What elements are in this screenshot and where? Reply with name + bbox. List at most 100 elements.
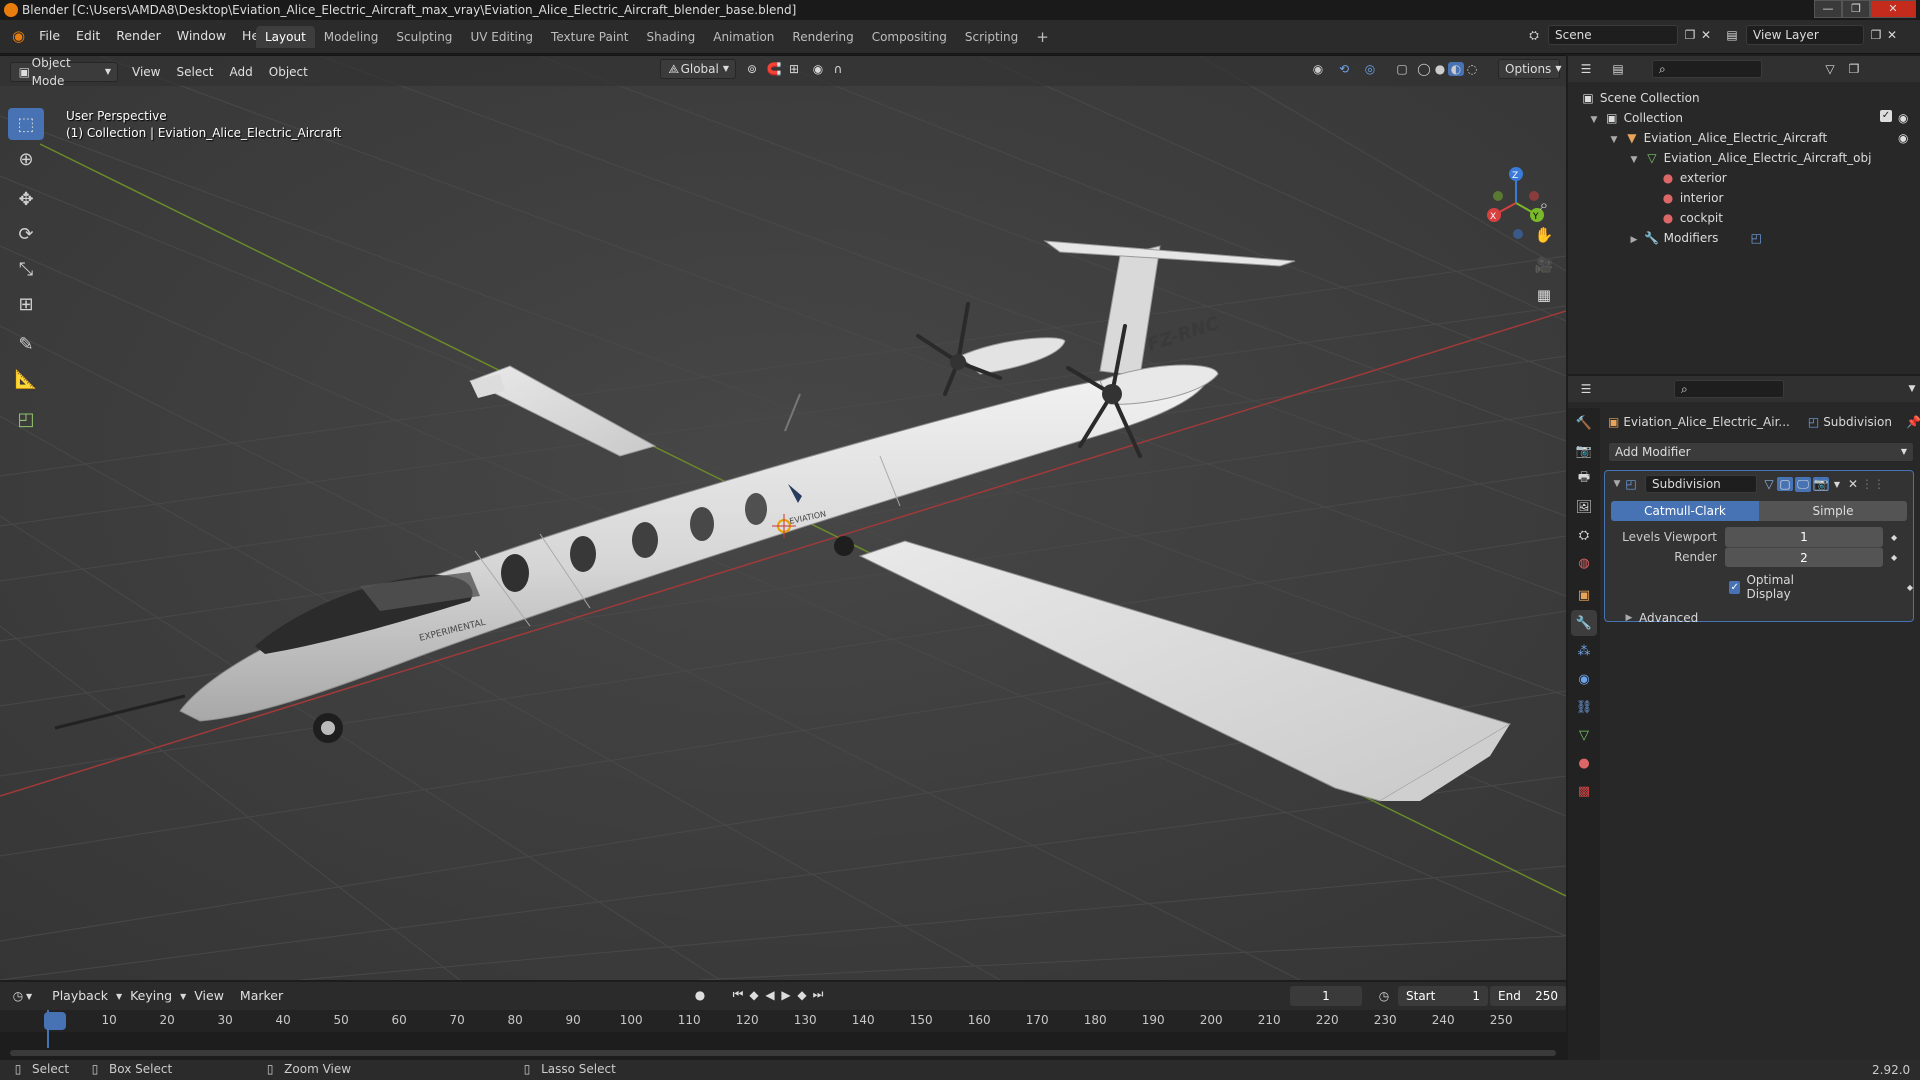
zoom-icon[interactable]: ⌕ [1531, 192, 1557, 218]
annotate-tool[interactable]: ✎ [8, 328, 44, 360]
tool-tab-icon[interactable]: 🔨 [1571, 410, 1597, 436]
timeline-scrollbar[interactable] [10, 1050, 1556, 1056]
prev-keyframe-icon[interactable]: ◆ [746, 988, 762, 1002]
viewport-toggle-icon[interactable]: 🖵 [1795, 476, 1811, 492]
expand-triangle-icon[interactable]: ▼ [1588, 110, 1600, 130]
tab-uv-editing[interactable]: UV Editing [461, 26, 542, 48]
pin-icon[interactable]: 📌 [1906, 415, 1920, 429]
end-frame-field[interactable]: End 250 [1490, 986, 1566, 1006]
collapse-triangle-icon[interactable]: ▶ [1623, 613, 1635, 623]
optimal-display-checkbox[interactable]: ✓ [1729, 580, 1741, 594]
menu-render[interactable]: Render [108, 25, 169, 47]
material-shading-icon[interactable]: ◐ [1448, 62, 1464, 76]
tree-row-material[interactable]: ● interior [1580, 188, 1920, 208]
render-tab-icon[interactable]: 📷 [1571, 438, 1597, 464]
eye-icon[interactable]: ◉ [1898, 128, 1908, 148]
tab-rendering[interactable]: Rendering [783, 26, 862, 48]
tree-row-modifiers[interactable]: ▶ 🔧 Modifiers ◰ [1580, 228, 1920, 248]
tree-row-mesh[interactable]: ▼ ▽ Eviation_Alice_Electric_Aircraft_obj [1580, 148, 1920, 168]
close-icon[interactable]: ✕ [1845, 477, 1861, 491]
particles-tab-icon[interactable]: ⁂ [1571, 638, 1597, 664]
texture-tab-icon[interactable]: ▩ [1571, 778, 1597, 804]
editor-type-icon[interactable]: ☰ [1578, 62, 1594, 76]
keyframe-dot-icon[interactable]: ◆ [1907, 583, 1913, 592]
add-cube-tool[interactable]: ◰ [8, 403, 44, 435]
scene-tab-icon[interactable]: ⛭ [1571, 522, 1597, 548]
rendered-shading-icon[interactable]: ◌ [1464, 62, 1480, 76]
modifier-tab-icon[interactable]: 🔧 [1571, 610, 1597, 636]
current-frame-field[interactable]: 1 [1290, 986, 1362, 1006]
cage-toggle-icon[interactable]: ▢ [1777, 477, 1793, 491]
minimize-button[interactable]: — [1814, 0, 1842, 18]
clock-icon[interactable]: ◷ [10, 989, 26, 1003]
catmull-clark-button[interactable]: Catmull-Clark [1611, 501, 1759, 521]
new-collection-icon[interactable]: ❐ [1846, 62, 1862, 76]
add-modifier-button[interactable]: Add Modifier ▼ [1608, 442, 1914, 462]
viewport-menu-select[interactable]: Select [168, 61, 221, 83]
render-toggle-icon[interactable]: 📷 [1813, 477, 1829, 491]
constraints-tab-icon[interactable]: ⛓ [1571, 694, 1597, 720]
output-tab-icon[interactable]: 🖶 [1571, 466, 1597, 492]
collapse-triangle-icon[interactable]: ▶ [1628, 230, 1640, 250]
measure-tool[interactable]: 📐 [8, 363, 44, 395]
scale-tool[interactable]: ⤡ [8, 253, 44, 285]
chevron-down-icon[interactable]: ▼ [1904, 384, 1920, 394]
tab-sculpting[interactable]: Sculpting [387, 26, 461, 48]
data-tab-icon[interactable]: ▽ [1571, 722, 1597, 748]
viewport-menu-object[interactable]: Object [261, 61, 316, 83]
add-workspace-button[interactable]: + [1027, 26, 1058, 48]
edit-mode-toggle-icon[interactable]: ▽ [1761, 477, 1777, 491]
view-layer-tab-icon[interactable]: 🖼 [1571, 494, 1597, 520]
tab-modeling[interactable]: Modeling [315, 26, 388, 48]
view-layer-field[interactable]: View Layer [1746, 25, 1864, 45]
render-levels-field[interactable]: 2 [1725, 547, 1883, 567]
visibility-icon[interactable]: ◉ [1310, 62, 1326, 76]
timeline-menu-keying[interactable]: Keying [122, 985, 180, 1007]
tab-texture-paint[interactable]: Texture Paint [542, 26, 637, 48]
start-frame-field[interactable]: Start 1 [1398, 986, 1488, 1006]
tree-row-collection[interactable]: ▼ ▣ Collection ✓ ◉ [1580, 108, 1920, 128]
3d-viewport[interactable]: FZ-RNC EVIATION EXPERIMENTAL Z Y X [0, 56, 1566, 980]
menu-file[interactable]: File [31, 25, 68, 47]
playhead-marker[interactable] [44, 1012, 66, 1030]
tab-scripting[interactable]: Scripting [956, 26, 1027, 48]
move-tool[interactable]: ✥ [8, 183, 44, 215]
timeline-area[interactable]: 1102030405060708090100110120130140150160… [0, 1010, 1566, 1060]
transform-tool[interactable]: ⊞ [8, 288, 44, 320]
physics-tab-icon[interactable]: ◉ [1571, 666, 1597, 692]
select-box-tool[interactable]: ⬚ [8, 108, 44, 140]
jump-start-icon[interactable]: ⏮ [730, 987, 746, 1002]
exclude-checkbox[interactable]: ✓ [1880, 110, 1892, 122]
blender-menu-icon[interactable]: ◉ [6, 25, 31, 47]
falloff-icon[interactable]: ∩ [830, 62, 846, 76]
outliner-search-input[interactable]: ⌕ [1652, 60, 1762, 78]
menu-edit[interactable]: Edit [68, 25, 108, 47]
display-mode-icon[interactable]: ▤ [1610, 62, 1626, 76]
expand-triangle-icon[interactable]: ▼ [1611, 479, 1623, 489]
chevron-down-icon[interactable]: ▼ [26, 992, 32, 1001]
ortho-grid-icon[interactable]: ▦ [1531, 282, 1557, 308]
play-icon[interactable]: ▶ [778, 988, 794, 1002]
scene-field[interactable]: Scene [1548, 25, 1678, 45]
tree-row-material[interactable]: ● cockpit [1580, 208, 1920, 228]
chevron-down-icon[interactable]: ▼ [1829, 480, 1845, 489]
tab-layout[interactable]: Layout [256, 26, 315, 48]
levels-viewport-field[interactable]: 1 [1725, 527, 1883, 547]
next-keyframe-icon[interactable]: ◆ [794, 988, 810, 1002]
timeline-menu-playback[interactable]: Playback [44, 985, 116, 1007]
simple-button[interactable]: Simple [1759, 501, 1907, 521]
wireframe-shading-icon[interactable]: ◯ [1416, 62, 1432, 76]
modifier-name-field[interactable]: Subdivision [1645, 475, 1757, 493]
timeline-menu-view[interactable]: View [186, 985, 232, 1007]
advanced-subpanel[interactable]: ▶ Advanced [1623, 611, 1913, 625]
expand-triangle-icon[interactable]: ▼ [1628, 150, 1640, 170]
keyframe-dot-icon[interactable]: ◆ [1891, 533, 1897, 542]
overlay-toggle-icon[interactable]: ◎ [1362, 62, 1378, 76]
rotate-tool[interactable]: ⟳ [8, 218, 44, 250]
world-tab-icon[interactable]: ◍ [1571, 550, 1597, 576]
new-scene-icon[interactable]: ❐ [1682, 28, 1698, 42]
delete-view-layer-icon[interactable]: ✕ [1884, 28, 1900, 42]
record-icon[interactable]: ● [692, 988, 708, 1002]
tree-row-object[interactable]: ▼ ▼ Eviation_Alice_Electric_Aircraft ◉ [1580, 128, 1920, 148]
menu-window[interactable]: Window [169, 25, 234, 47]
